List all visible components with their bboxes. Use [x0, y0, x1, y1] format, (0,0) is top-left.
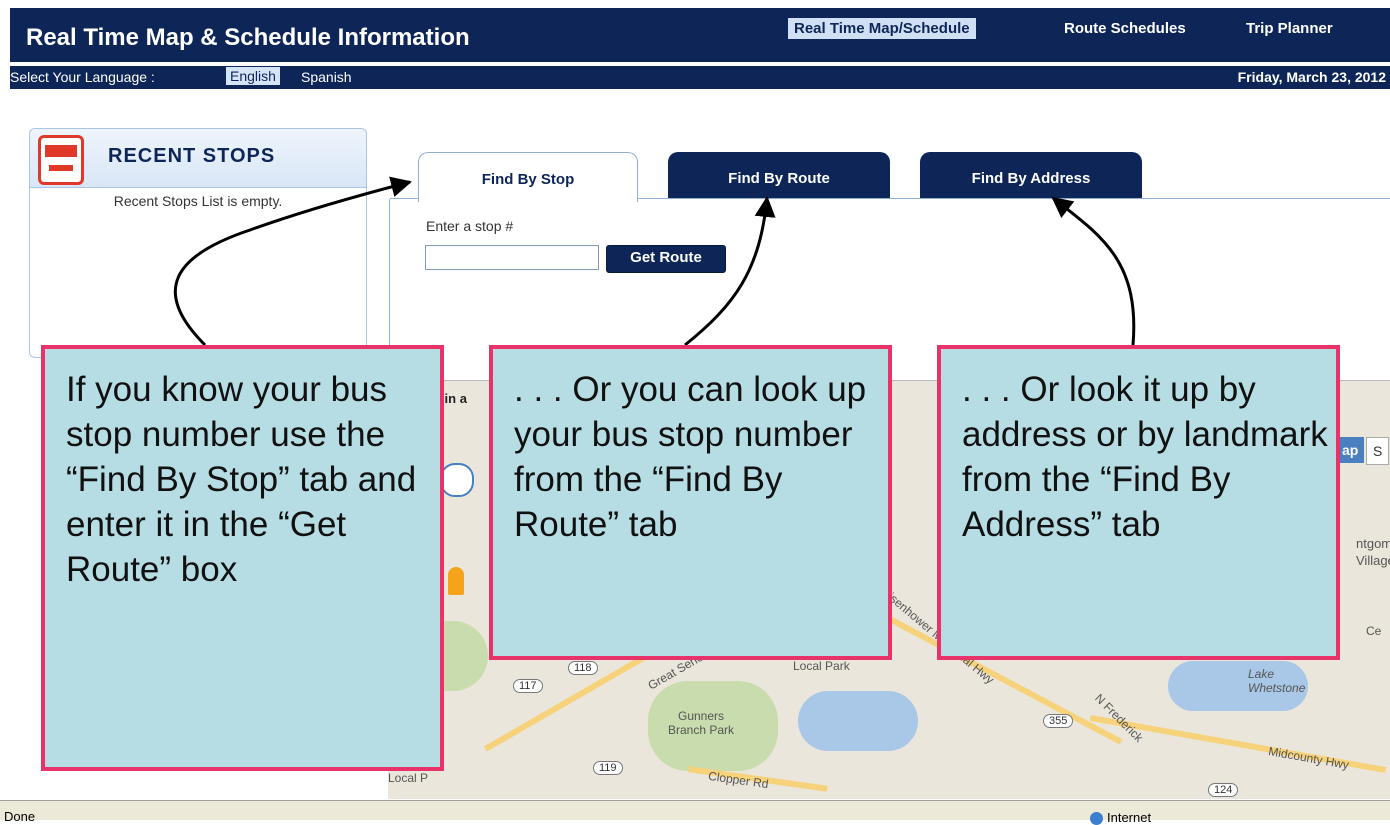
callout-find-by-stop: If you know your bus stop number use the… [41, 345, 444, 771]
callout-find-by-route: . . . Or you can look up your bus stop n… [489, 345, 892, 660]
arrow-to-find-by-route [684, 195, 776, 347]
arrow-to-find-by-stop [173, 176, 413, 347]
callout-find-by-address: . . . Or look it up by address or by lan… [937, 345, 1340, 660]
arrow-to-find-by-address [1051, 196, 1136, 346]
